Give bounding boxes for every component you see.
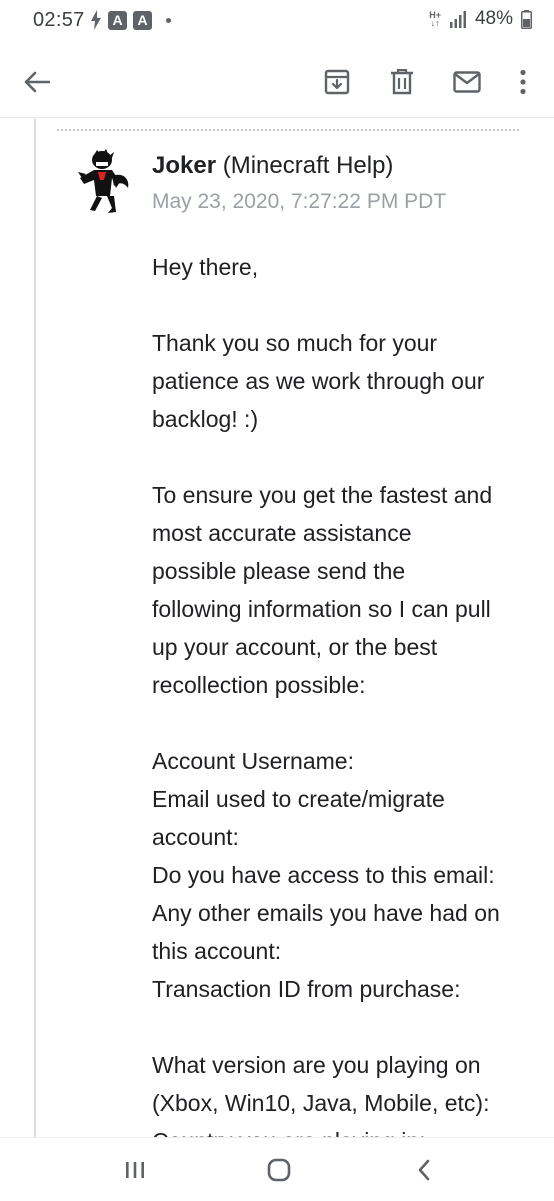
archive-button[interactable] bbox=[317, 62, 357, 102]
delete-button[interactable] bbox=[382, 62, 422, 102]
avatar[interactable] bbox=[76, 148, 134, 214]
mail-icon bbox=[453, 71, 481, 93]
body-paragraph: Account Username: Email used to create/m… bbox=[152, 748, 500, 1002]
archive-icon bbox=[324, 69, 350, 95]
battery-icon bbox=[521, 9, 532, 29]
network-activity-label: ↓↑ bbox=[430, 18, 440, 28]
body-paragraph: To ensure you get the fastest and most a… bbox=[152, 482, 493, 698]
sender[interactable]: Joker (Minecraft Help) bbox=[152, 152, 393, 180]
more-options-button[interactable] bbox=[503, 62, 543, 102]
more-notifications-dot-icon bbox=[166, 17, 171, 23]
network-type-icon: H+ ↓↑ bbox=[429, 11, 441, 28]
body-paragraph: Hey there, bbox=[152, 254, 259, 280]
message-date: May 23, 2020, 7:27:22 PM PDT bbox=[152, 190, 447, 213]
signal-icon bbox=[449, 11, 466, 28]
sender-name: Joker bbox=[152, 152, 217, 179]
trash-icon bbox=[391, 69, 413, 95]
flash-icon bbox=[91, 10, 101, 30]
app-notification-icon: A bbox=[108, 10, 127, 30]
sender-avatar-icon bbox=[78, 149, 129, 213]
message-body: Hey there, Thank you so much for your pa… bbox=[152, 248, 542, 1160]
status-system-icons: H+ ↓↑ 48% bbox=[429, 8, 532, 30]
recents-icon bbox=[126, 1162, 144, 1178]
mark-unread-button[interactable] bbox=[447, 62, 487, 102]
app-notification-icon-2: A bbox=[133, 10, 152, 30]
more-vert-icon bbox=[520, 69, 526, 95]
sender-display-suffix: (Minecraft Help) bbox=[216, 152, 394, 179]
home-icon bbox=[267, 1158, 291, 1182]
nav-back-icon bbox=[418, 1159, 430, 1181]
status-notification-icons: A A bbox=[90, 10, 171, 30]
body-paragraph: Thank you so much for your patience as w… bbox=[152, 330, 485, 432]
toolbar-divider bbox=[0, 117, 554, 119]
system-navigation-bar bbox=[0, 1137, 554, 1201]
battery-percent: 48% bbox=[474, 8, 513, 29]
status-time: 02:57 bbox=[33, 9, 85, 31]
back-button[interactable] bbox=[17, 62, 57, 102]
recents-button[interactable] bbox=[115, 1152, 155, 1188]
thread-indent-line bbox=[34, 119, 36, 1137]
system-back-button[interactable] bbox=[404, 1152, 444, 1188]
collapsed-messages-separator[interactable] bbox=[57, 129, 519, 131]
email-toolbar bbox=[0, 44, 554, 118]
arrow-left-icon bbox=[24, 71, 50, 93]
status-bar: 02:57 A A H+ ↓↑ 48% bbox=[0, 0, 554, 44]
home-button[interactable] bbox=[259, 1152, 299, 1188]
